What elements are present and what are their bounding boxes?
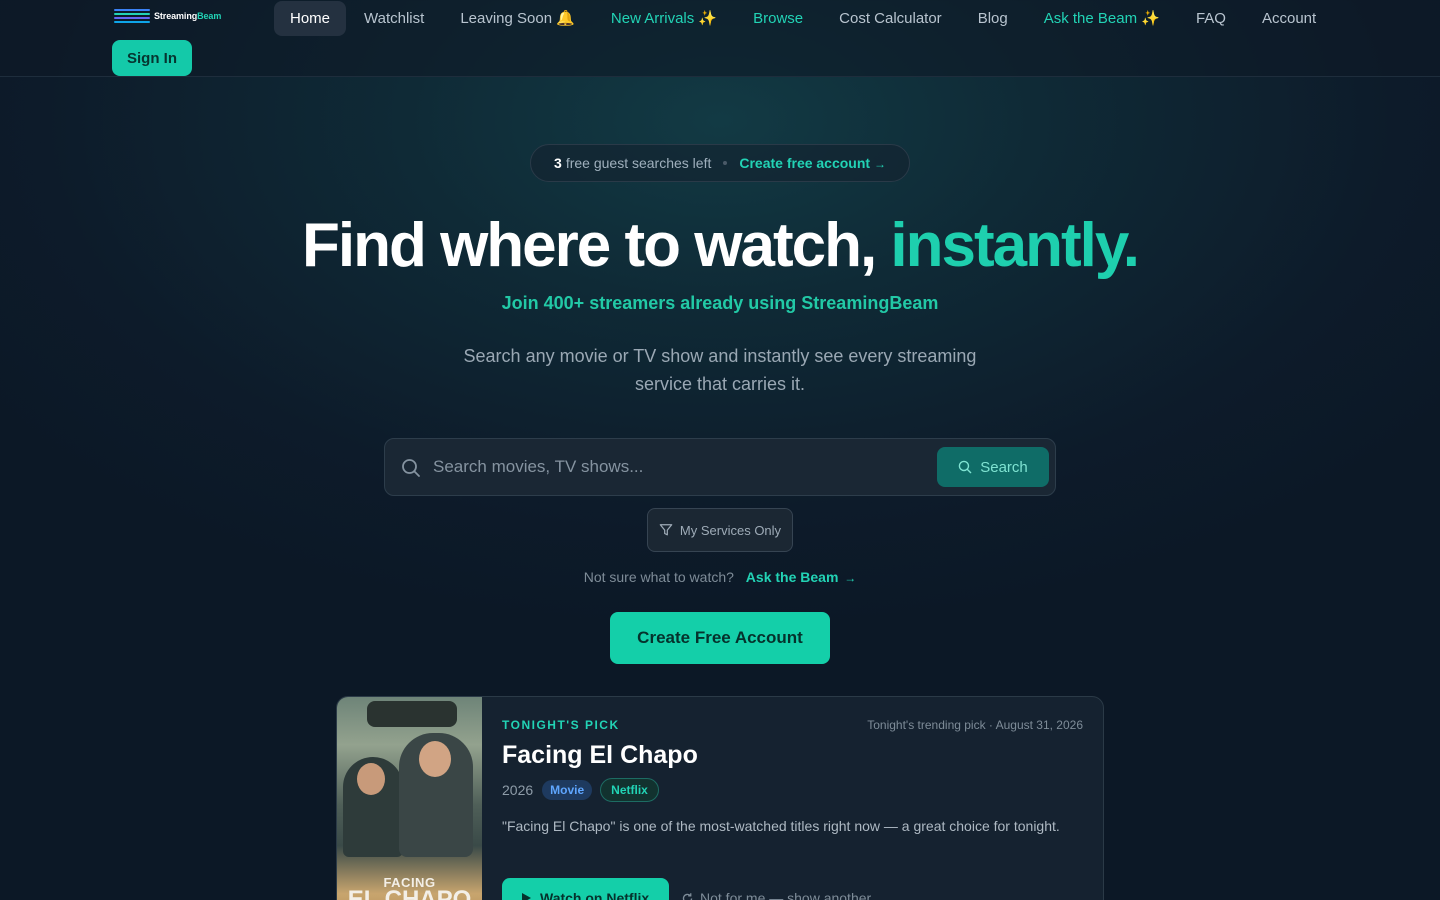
nav-item-home[interactable]: Home — [274, 0, 347, 36]
nav-item-new-arrivals[interactable]: New Arrivals ✨ — [593, 1, 735, 36]
hero-subtitle: Search any movie or TV show and instantl… — [463, 346, 977, 394]
ask-beam-link[interactable]: Ask the Beam → — [746, 569, 856, 585]
sign-in-button[interactable]: Sign In — [112, 40, 192, 76]
nav-item-leaving-soon[interactable]: Leaving Soon 🔔 — [442, 1, 593, 36]
watch-on-netflix-button[interactable]: Watch on Netflix — [502, 878, 669, 900]
show-another-link[interactable]: Not for me — show another — [681, 890, 871, 900]
service-badge: Netflix — [600, 778, 659, 802]
movie-meta: 2026 Movie Netflix — [502, 778, 659, 802]
brand-name: StreamingBeam — [154, 11, 222, 21]
social-proof-text: Join 400+ streamers already using Stream… — [501, 293, 939, 313]
nav-item-browse[interactable]: Browse — [735, 1, 821, 36]
guest-searches-banner: 3 free guest searches left Create free a… — [530, 144, 910, 182]
movie-poster[interactable]: FACING EL CHAPO — [337, 697, 482, 900]
show-another-label: Not for me — show another — [700, 890, 872, 900]
search-input[interactable] — [433, 439, 933, 495]
search-icon — [402, 459, 420, 477]
my-services-filter-button[interactable]: My Services Only — [647, 508, 793, 552]
brand-logo[interactable]: StreamingBeam — [114, 9, 221, 23]
nav-item-cost-calculator[interactable]: Cost Calculator — [821, 1, 960, 36]
filter-icon — [659, 524, 673, 536]
search-button-icon — [958, 460, 972, 474]
refresh-icon — [682, 892, 693, 900]
filter-label: My Services Only — [679, 522, 782, 538]
release-year: 2026 — [502, 782, 534, 798]
guest-search-text: free guest searches left — [565, 155, 712, 171]
nav-item-account[interactable]: Account — [1244, 1, 1334, 36]
search-bar: Search — [384, 438, 1056, 496]
movie-title[interactable]: Facing El Chapo — [502, 741, 698, 770]
search-button[interactable]: Search — [937, 447, 1049, 487]
nav-item-faq[interactable]: FAQ — [1178, 1, 1244, 36]
movie-description: "Facing El Chapo" is one of the most-wat… — [502, 818, 1060, 834]
pick-label: TONIGHT'S PICK — [502, 718, 620, 732]
play-icon — [522, 893, 531, 900]
top-nav: StreamingBeam Home Watchlist Leaving Soo… — [0, 0, 1440, 77]
nav-links: Home Watchlist Leaving Soon 🔔 New Arriva… — [274, 0, 1334, 36]
guest-search-count: 3 — [554, 155, 562, 171]
ask-beam-prompt: Not sure what to watch? Ask the Beam → — [0, 569, 1440, 585]
tonights-pick-card: FACING EL CHAPO TONIGHT'S PICK Tonight's … — [336, 696, 1104, 900]
search-button-label: Search — [980, 458, 1028, 476]
ask-beam-prompt-text: Not sure what to watch? — [583, 569, 734, 585]
nav-item-ask-the-beam[interactable]: Ask the Beam ✨ — [1026, 1, 1178, 36]
watch-button-label: Watch on Netflix — [540, 890, 650, 900]
trending-date: Tonight's trending pick · August 31, 202… — [867, 718, 1083, 732]
logo-icon — [114, 9, 150, 23]
nav-item-blog[interactable]: Blog — [960, 1, 1026, 36]
create-free-account-button[interactable]: Create Free Account — [610, 612, 830, 664]
type-badge: Movie — [542, 780, 593, 800]
separator-dot — [723, 161, 728, 165]
nav-item-watchlist[interactable]: Watchlist — [346, 1, 442, 36]
page-title: Find where to watch, instantly. — [302, 211, 1140, 280]
create-account-link[interactable]: Create free account → — [739, 155, 886, 171]
